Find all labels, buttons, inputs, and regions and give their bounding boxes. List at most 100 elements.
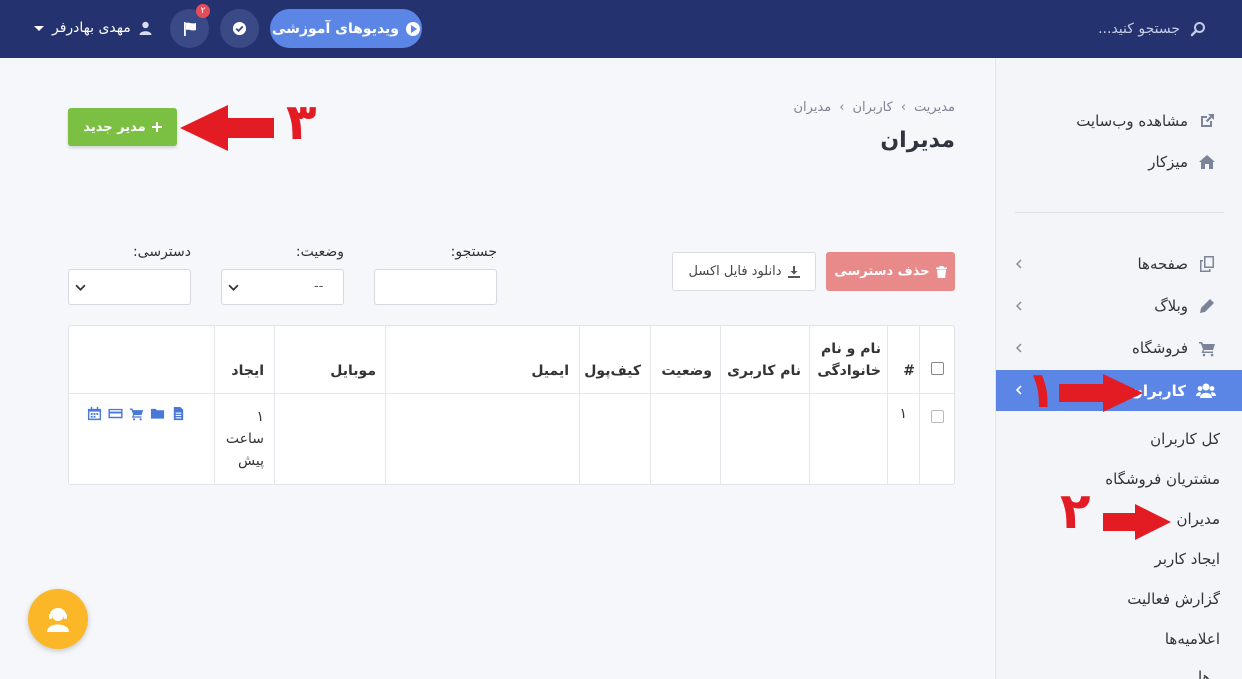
notification-badge: ۲ bbox=[196, 4, 210, 18]
sidebar-item-label: میزکار bbox=[1148, 153, 1188, 171]
annotation-arrow-1 bbox=[1059, 374, 1143, 412]
column-header-mobile[interactable]: موبایل bbox=[278, 360, 376, 382]
annotation-arrow-2 bbox=[1103, 504, 1171, 540]
column-divider bbox=[809, 326, 810, 484]
sidebar-divider bbox=[1015, 212, 1224, 213]
column-divider bbox=[887, 326, 888, 484]
flag-icon bbox=[183, 21, 196, 36]
sidebar-item-label: وبلاگ bbox=[1154, 297, 1188, 315]
chevron-down-icon bbox=[75, 284, 86, 291]
tutorial-videos-label: ویدیوهای آموزشی bbox=[272, 20, 399, 37]
column-divider bbox=[579, 326, 580, 484]
column-divider bbox=[650, 326, 651, 484]
folder-icon[interactable] bbox=[150, 406, 165, 421]
sidebar-subitem-create-user[interactable]: ایجاد کاربر bbox=[1155, 550, 1220, 568]
plus-icon bbox=[151, 122, 162, 132]
users-icon bbox=[1196, 383, 1216, 398]
chevron-left-icon bbox=[1016, 301, 1022, 311]
column-header-username[interactable]: نام کاربری bbox=[725, 360, 801, 382]
annotation-number-3: ۳ bbox=[286, 93, 317, 151]
row-created-line: ساعت bbox=[225, 431, 264, 447]
row-created-line: پیش bbox=[238, 453, 264, 469]
search-filter-label: جستجو: bbox=[450, 244, 497, 260]
column-divider bbox=[720, 326, 721, 484]
column-header-status[interactable]: وضعیت bbox=[654, 360, 712, 382]
external-link-icon bbox=[1201, 114, 1214, 127]
pencil-icon bbox=[1200, 299, 1214, 313]
sidebar-item-pages[interactable]: صفحه‌ها bbox=[1137, 252, 1216, 276]
search-icon bbox=[1190, 22, 1205, 37]
sidebar-item-label: صفحه‌ها bbox=[1137, 255, 1188, 273]
sidebar-subitem-more[interactable]: ..ها bbox=[1198, 668, 1220, 679]
chevron-down-icon bbox=[228, 284, 239, 291]
sidebar-item-blog[interactable]: وبلاگ bbox=[1154, 294, 1216, 318]
breadcrumb-separator: › bbox=[900, 100, 907, 115]
trash-icon bbox=[935, 265, 947, 278]
column-header-created[interactable]: ایجاد bbox=[218, 360, 264, 382]
delete-access-button[interactable]: حذف دسترسی bbox=[826, 252, 955, 291]
sidebar-item-label: مشاهده وب‌سایت bbox=[1076, 112, 1188, 130]
table-header-divider bbox=[69, 393, 954, 394]
row-number: ۱ bbox=[899, 406, 907, 422]
column-header-email[interactable]: ایمیل bbox=[389, 360, 569, 382]
user-name: مهدی بهادرفر bbox=[52, 20, 131, 36]
page-title: مدیران bbox=[880, 128, 955, 153]
chevron-left-icon bbox=[1016, 343, 1022, 353]
column-divider bbox=[385, 326, 386, 484]
breadcrumb: مدیریت › کاربران › مدیران bbox=[793, 100, 955, 115]
sidebar-subitem-activity-report[interactable]: گزارش فعالیت bbox=[1127, 590, 1220, 608]
download-icon bbox=[787, 265, 800, 278]
sidebar-subitem-admins[interactable]: مدیران bbox=[1176, 510, 1220, 528]
access-filter-select[interactable] bbox=[68, 269, 191, 305]
column-header-wallet[interactable]: کیف‌پول bbox=[583, 360, 641, 382]
new-admin-button[interactable]: مدیر جدید bbox=[68, 108, 177, 146]
user-menu[interactable]: مهدی بهادرفر bbox=[34, 18, 152, 38]
status-filter-value: -- bbox=[314, 279, 324, 294]
calendar-icon[interactable] bbox=[87, 406, 102, 421]
annotation-number-2: ۲ bbox=[1060, 482, 1091, 540]
caret-down-icon bbox=[34, 25, 44, 31]
support-chat-button[interactable] bbox=[28, 589, 88, 649]
search-filter-input[interactable] bbox=[374, 269, 497, 305]
column-header-full-name[interactable]: نام و نام خانوادگی bbox=[813, 338, 881, 382]
breadcrumb-users[interactable]: کاربران bbox=[852, 100, 892, 115]
cart-icon[interactable] bbox=[129, 406, 144, 421]
access-filter-label: دسترسی: bbox=[132, 244, 191, 260]
status-filter-label: وضعیت: bbox=[295, 244, 344, 260]
home-icon bbox=[1199, 155, 1215, 169]
sidebar-subitem-all-users[interactable]: کل کاربران bbox=[1150, 430, 1220, 448]
download-excel-label: دانلود فایل اکسل bbox=[688, 264, 782, 279]
delete-access-label: حذف دسترسی bbox=[834, 264, 930, 279]
cart-icon bbox=[1199, 342, 1215, 357]
document-icon[interactable] bbox=[171, 406, 186, 421]
support-agent-icon bbox=[47, 608, 69, 632]
column-divider bbox=[919, 326, 920, 484]
chevron-left-icon bbox=[1016, 259, 1022, 269]
sidebar-item-label: فروشگاه bbox=[1132, 339, 1188, 357]
check-circle-icon bbox=[232, 21, 247, 36]
sidebar-subitem-notices[interactable]: اعلامیه‌ها bbox=[1165, 630, 1220, 648]
sidebar-item-view-website[interactable]: مشاهده وب‌سایت bbox=[1076, 109, 1216, 133]
status-filter-select[interactable]: -- bbox=[221, 269, 344, 305]
annotation-arrow-3 bbox=[180, 105, 274, 151]
tasks-button[interactable] bbox=[220, 9, 259, 48]
sidebar-item-dashboard[interactable]: میزکار bbox=[1148, 150, 1216, 174]
tutorial-videos-button[interactable]: ویدیوهای آموزشی bbox=[270, 9, 422, 48]
column-divider bbox=[214, 326, 215, 484]
search-placeholder: جستجو کنید... bbox=[1098, 21, 1180, 37]
column-header-number[interactable]: # bbox=[891, 360, 915, 382]
column-divider bbox=[274, 326, 275, 484]
chevron-left-icon bbox=[1015, 385, 1022, 395]
top-search[interactable]: جستجو کنید... bbox=[1098, 18, 1206, 40]
admins-table: # نام و نام خانوادگی نام کاربری وضعیت کی… bbox=[68, 325, 955, 485]
select-all-checkbox[interactable] bbox=[931, 362, 944, 375]
sidebar-item-shop[interactable]: فروشگاه bbox=[1132, 336, 1216, 360]
credit-card-icon[interactable] bbox=[108, 406, 123, 421]
download-excel-button[interactable]: دانلود فایل اکسل bbox=[672, 252, 816, 291]
pages-icon bbox=[1200, 256, 1214, 272]
user-icon bbox=[139, 21, 152, 35]
play-icon bbox=[406, 21, 420, 36]
row-checkbox[interactable] bbox=[931, 410, 944, 423]
breadcrumb-admin[interactable]: مدیریت bbox=[914, 100, 955, 115]
sidebar-subitem-shop-customers[interactable]: مشتریان فروشگاه bbox=[1105, 470, 1220, 488]
